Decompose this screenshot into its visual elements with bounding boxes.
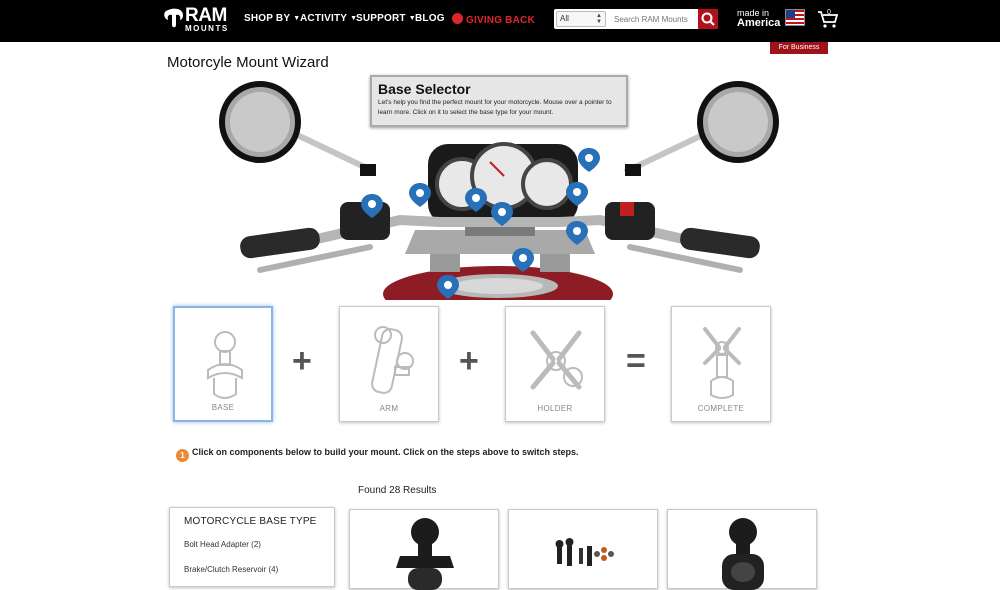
mount-pin-marker[interactable]	[465, 188, 487, 212]
step-complete-label: COMPLETE	[697, 404, 745, 413]
plus-operator: +	[292, 342, 312, 380]
tooltip-text: Let's help you find the perfect mount fo…	[378, 99, 612, 116]
mount-pin-marker[interactable]	[491, 202, 513, 226]
ball-base-icon	[207, 331, 243, 399]
product-card[interactable]	[508, 509, 658, 589]
step-holder[interactable]: HOLDER	[505, 306, 605, 422]
step-complete[interactable]: COMPLETE	[671, 306, 771, 422]
mount-pin-marker[interactable]	[566, 182, 588, 206]
step-arm[interactable]: ARM	[339, 306, 439, 422]
hardware-kit-image	[555, 538, 614, 566]
mount-pin-marker[interactable]	[409, 183, 431, 207]
tooltip-title: Base Selector	[378, 81, 471, 97]
mount-pin-marker[interactable]	[566, 221, 588, 245]
product-card[interactable]	[667, 509, 817, 590]
step-base-label: BASE	[211, 403, 235, 412]
step-arm-label: ARM	[379, 404, 399, 413]
filter-option[interactable]: Brake/Clutch Reservoir (4)	[184, 565, 278, 574]
product-card[interactable]	[349, 509, 499, 590]
plus-operator: +	[459, 342, 479, 380]
step-holder-label: HOLDER	[537, 404, 573, 413]
arm-icon	[371, 326, 414, 394]
mount-pin-marker[interactable]	[437, 275, 459, 299]
mount-pin-marker[interactable]	[512, 248, 534, 272]
filter-title: MOTORCYCLE BASE TYPE	[184, 516, 317, 527]
handlebar-ball-base-image	[396, 518, 454, 590]
x-grip-holder-icon	[530, 330, 583, 390]
base-selector-tooltip: Base Selector Let's help you find the pe…	[370, 75, 628, 127]
hint-text: Click on components below to build your …	[192, 447, 579, 457]
instruction-hint: 1 Click on components below to build your…	[176, 447, 579, 462]
rail-clamp-base-image	[722, 518, 764, 590]
step-base[interactable]: BASE	[173, 306, 273, 422]
mount-pin-marker[interactable]	[361, 194, 383, 218]
results-count: Found 28 Results	[358, 485, 437, 496]
complete-mount-icon	[703, 327, 741, 399]
equals-operator: =	[626, 342, 646, 380]
step-number-badge: 1	[176, 449, 189, 462]
mount-pin-marker[interactable]	[578, 148, 600, 172]
base-type-filter: MOTORCYCLE BASE TYPE Bolt Head Adapter (…	[169, 507, 335, 587]
filter-option[interactable]: Bolt Head Adapter (2)	[184, 540, 261, 549]
